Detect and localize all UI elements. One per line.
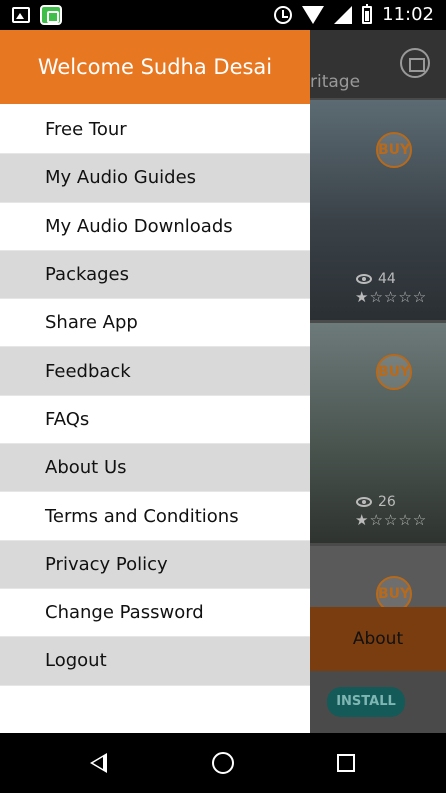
home-icon[interactable]	[212, 752, 234, 774]
status-bar: 11:02	[0, 0, 446, 30]
menu-item-free-tour[interactable]: Free Tour	[0, 106, 310, 155]
status-right-icons: 11:02	[274, 3, 434, 25]
menu-item-terms-and-conditions[interactable]: Terms and Conditions	[0, 492, 310, 541]
about-button[interactable]: About	[310, 607, 446, 671]
menu-item-logout[interactable]: Logout	[0, 637, 310, 686]
views-count: 44	[356, 271, 396, 287]
recent-apps-icon[interactable]	[337, 754, 355, 772]
install-button[interactable]: INSTALL	[327, 687, 405, 717]
star-rating: ★☆☆☆☆	[355, 288, 428, 306]
menu-item-change-password[interactable]: Change Password	[0, 589, 310, 638]
views-value: 44	[378, 271, 396, 287]
menu-item-my-audio-downloads[interactable]: My Audio Downloads	[0, 203, 310, 251]
eye-icon	[356, 274, 372, 284]
menu-item-privacy-policy[interactable]: Privacy Policy	[0, 540, 310, 589]
battery-icon	[362, 3, 373, 24]
status-left-icons	[12, 5, 62, 25]
navigation-bar	[0, 733, 446, 793]
menu-item-faqs[interactable]: FAQs	[0, 396, 310, 445]
wifi-icon	[302, 5, 325, 24]
menu-item-share-app[interactable]: Share App	[0, 299, 310, 348]
back-icon[interactable]	[90, 753, 107, 773]
star-rating: ★☆☆☆☆	[355, 511, 428, 529]
buy-badge[interactable]: BUY	[376, 132, 412, 168]
buy-badge[interactable]: BUY	[376, 354, 412, 390]
drawer-menu: Free Tour My Audio Guides My Audio Downl…	[0, 106, 310, 686]
alarm-icon	[274, 5, 293, 24]
gallery-icon	[12, 7, 30, 23]
tour-card[interactable]	[310, 323, 446, 543]
drawer-header: Welcome Sudha Desai	[0, 30, 310, 104]
status-time: 11:02	[382, 4, 434, 25]
eye-icon	[356, 497, 372, 507]
menu-item-feedback[interactable]: Feedback	[0, 347, 310, 396]
views-value: 26	[378, 494, 396, 510]
signal-icon	[334, 5, 353, 24]
background-header-title: ritage	[310, 72, 361, 92]
menu-item-my-audio-guides[interactable]: My Audio Guides	[0, 154, 310, 203]
tour-card[interactable]	[310, 100, 446, 320]
navigation-drawer: Welcome Sudha Desai Free Tour My Audio G…	[0, 30, 310, 733]
menu-item-packages[interactable]: Packages	[0, 250, 310, 300]
views-count: 26	[356, 494, 396, 510]
welcome-text: Welcome Sudha Desai	[37, 55, 273, 79]
menu-item-about-us[interactable]: About Us	[0, 444, 310, 493]
book-icon[interactable]	[400, 48, 430, 78]
app-notification-icon	[40, 5, 62, 25]
